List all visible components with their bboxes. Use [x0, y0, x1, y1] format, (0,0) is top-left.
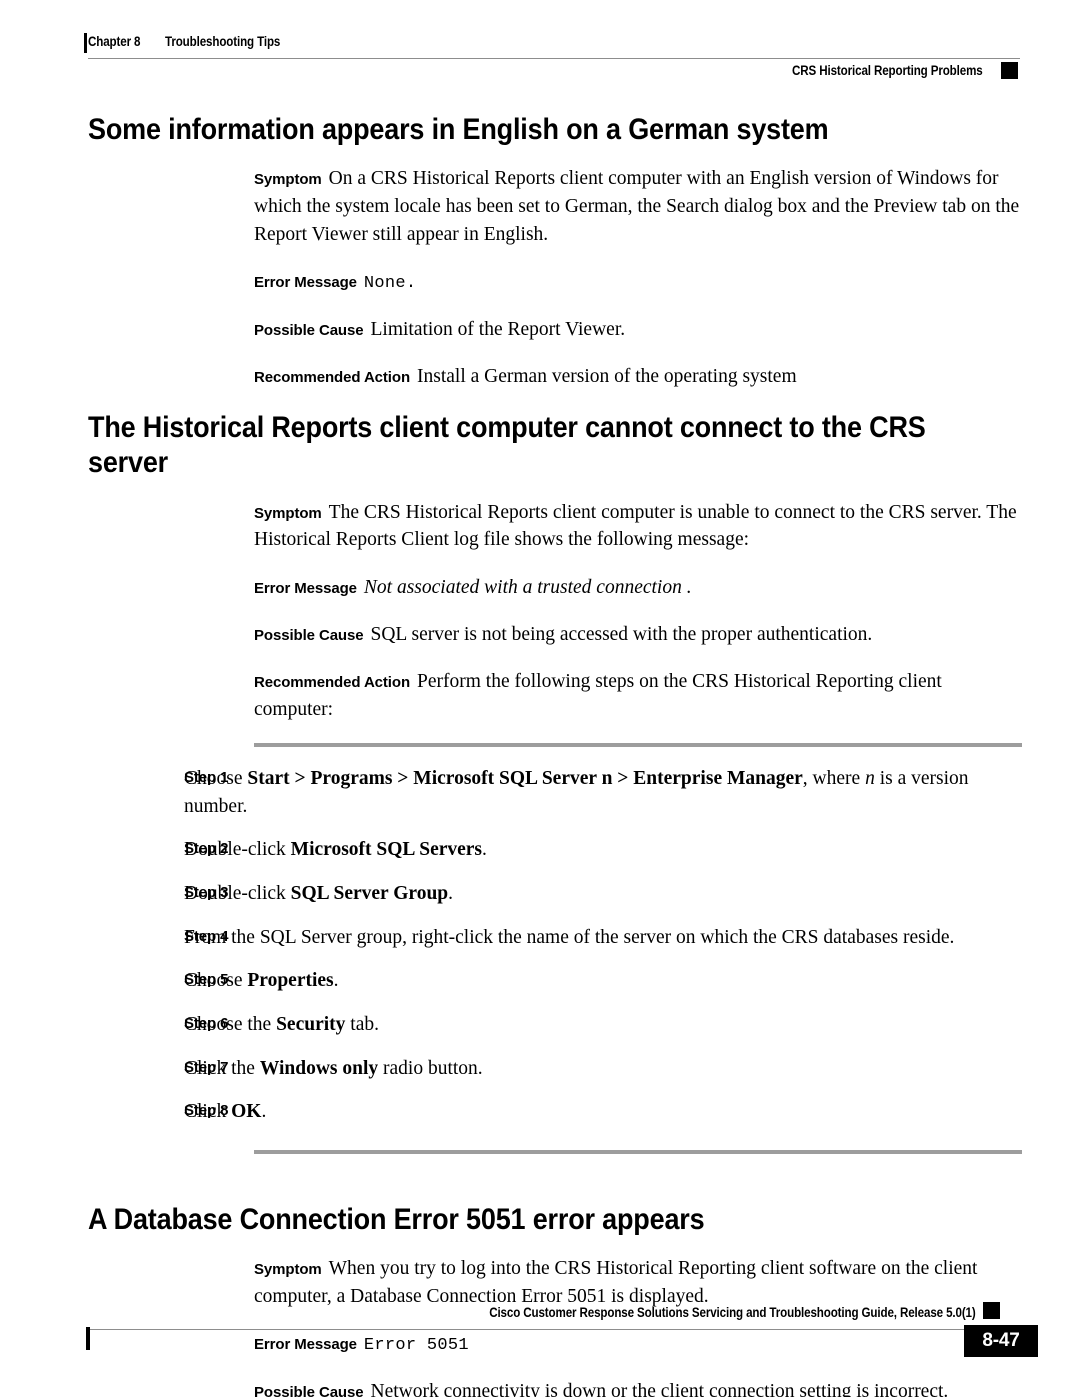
- footer-guide-title: Cisco Customer Response Solutions Servic…: [489, 1305, 977, 1320]
- error-message-paragraph: Error Message None.: [254, 268, 1022, 296]
- section-heading: The Historical Reports client computer c…: [88, 410, 926, 480]
- step-number: Step 2: [184, 840, 229, 858]
- error-message-paragraph: Error Message Not associated with a trust…: [254, 574, 1022, 602]
- error-message-label: Error Message: [254, 273, 357, 291]
- page-header: Chapter 8 Troubleshooting Tips CRS Histo…: [0, 30, 1080, 90]
- step-text: Choose the Security tab.: [184, 1013, 379, 1035]
- step-item: Step 6 Choose the Security tab.: [0, 1011, 1022, 1039]
- recommended-action-label: Recommended Action: [254, 673, 411, 691]
- step-item: Step 4 From the SQL Server group, right-c…: [0, 924, 1022, 952]
- recommended-action-paragraph: Recommended Action Install a German versi…: [254, 363, 1022, 391]
- step-number: Step 5: [184, 971, 229, 989]
- possible-cause-text: Network connectivity is down or the clie…: [370, 1380, 949, 1397]
- footer-left-tick: [86, 1327, 90, 1350]
- footer-rule: [88, 1329, 1000, 1330]
- step-text: Double-click Microsoft SQL Servers.: [184, 839, 487, 861]
- page-body: Some information appears in English on a…: [0, 112, 1080, 1397]
- footer-marker-square-icon: [983, 1302, 1000, 1319]
- recommended-action-paragraph: Recommended Action Perform the following …: [254, 668, 1022, 723]
- step-item: Step 8 Click OK.: [0, 1098, 1022, 1126]
- step-text: From the SQL Server group, right-click t…: [184, 926, 955, 948]
- step-number: Step 4: [184, 927, 229, 945]
- symptom-paragraph: Symptom The CRS Historical Reports client…: [254, 499, 1022, 554]
- symptom-label: Symptom: [254, 171, 322, 189]
- header-marker-square-icon: [1001, 62, 1018, 79]
- page-number-badge: 8-47: [964, 1325, 1038, 1357]
- section-heading: A Database Connection Error 5051 error a…: [88, 1203, 705, 1237]
- step-item: Step 3 Double-click SQL Server Group.: [0, 880, 1022, 908]
- page-footer: Cisco Customer Response Solutions Servic…: [0, 1297, 1080, 1377]
- step-number: Step 7: [184, 1058, 229, 1076]
- step-item: Step 2 Double-click Microsoft SQL Servers…: [0, 836, 1022, 864]
- symptom-label: Symptom: [254, 504, 322, 522]
- step-text: Click OK.: [184, 1101, 267, 1123]
- possible-cause-label: Possible Cause: [254, 321, 364, 339]
- step-number: Step 6: [184, 1014, 229, 1032]
- error-message-label: Error Message: [254, 579, 357, 597]
- symptom-label: Symptom: [254, 1261, 322, 1279]
- error-message-text: None.: [363, 273, 417, 293]
- possible-cause-paragraph: Possible Cause SQL server is not being ac…: [254, 621, 1022, 649]
- step-item: Step 7 Click the Windows only radio butto…: [0, 1055, 1022, 1083]
- symptom-text: The CRS Historical Reports client comput…: [254, 501, 1017, 551]
- header-left-tick: [84, 33, 87, 53]
- possible-cause-label: Possible Cause: [254, 626, 364, 644]
- document-page: Chapter 8 Troubleshooting Tips CRS Histo…: [0, 0, 1080, 1397]
- possible-cause-paragraph: Possible Cause Network connectivity is do…: [254, 1378, 1022, 1397]
- step-text: Choose Start > Programs > Microsoft SQL …: [184, 767, 969, 817]
- step-number: Step 1: [184, 768, 229, 786]
- symptom-text: On a CRS Historical Reports client compu…: [254, 168, 1020, 245]
- error-message-text: Not associated with a trusted connection…: [363, 576, 692, 598]
- step-item: Step 1 Choose Start > Programs > Microsof…: [0, 765, 1022, 820]
- possible-cause-paragraph: Possible Cause Limitation of the Report V…: [254, 316, 1022, 344]
- step-text: Click the Windows only radio button.: [184, 1057, 483, 1079]
- header-chapter-number: Chapter 8: [88, 34, 141, 49]
- step-list-bottom-rule: [254, 1150, 1022, 1155]
- possible-cause-text: Limitation of the Report Viewer.: [370, 318, 626, 340]
- step-number: Step 8: [184, 1102, 229, 1120]
- possible-cause-text: SQL server is not being accessed with th…: [370, 623, 873, 645]
- header-chapter-title: Troubleshooting Tips: [164, 34, 281, 49]
- step-number: Step 3: [184, 883, 229, 901]
- header-rule: [88, 58, 1020, 59]
- step-text: Double-click SQL Server Group.: [184, 882, 454, 904]
- step-list-block: Step 1 Choose Start > Programs > Microsof…: [0, 742, 1080, 1155]
- step-item: Step 5 Choose Properties.: [0, 967, 1022, 995]
- header-right-group: CRS Historical Reporting Problems: [761, 62, 1018, 79]
- header-running-head: CRS Historical Reporting Problems: [792, 63, 983, 78]
- step-list: Step 1 Choose Start > Programs > Microsof…: [0, 765, 1080, 1126]
- possible-cause-label: Possible Cause: [254, 1383, 364, 1397]
- step-list-top-rule: [254, 742, 1022, 747]
- step-text: Choose Properties.: [184, 970, 339, 992]
- recommended-action-label: Recommended Action: [254, 368, 411, 386]
- section-heading: Some information appears in English on a…: [88, 113, 829, 146]
- header-left-group: Chapter 8 Troubleshooting Tips: [88, 34, 299, 49]
- recommended-action-text: Install a German version of the operatin…: [417, 365, 797, 387]
- symptom-paragraph: Symptom On a CRS Historical Reports clien…: [254, 165, 1022, 248]
